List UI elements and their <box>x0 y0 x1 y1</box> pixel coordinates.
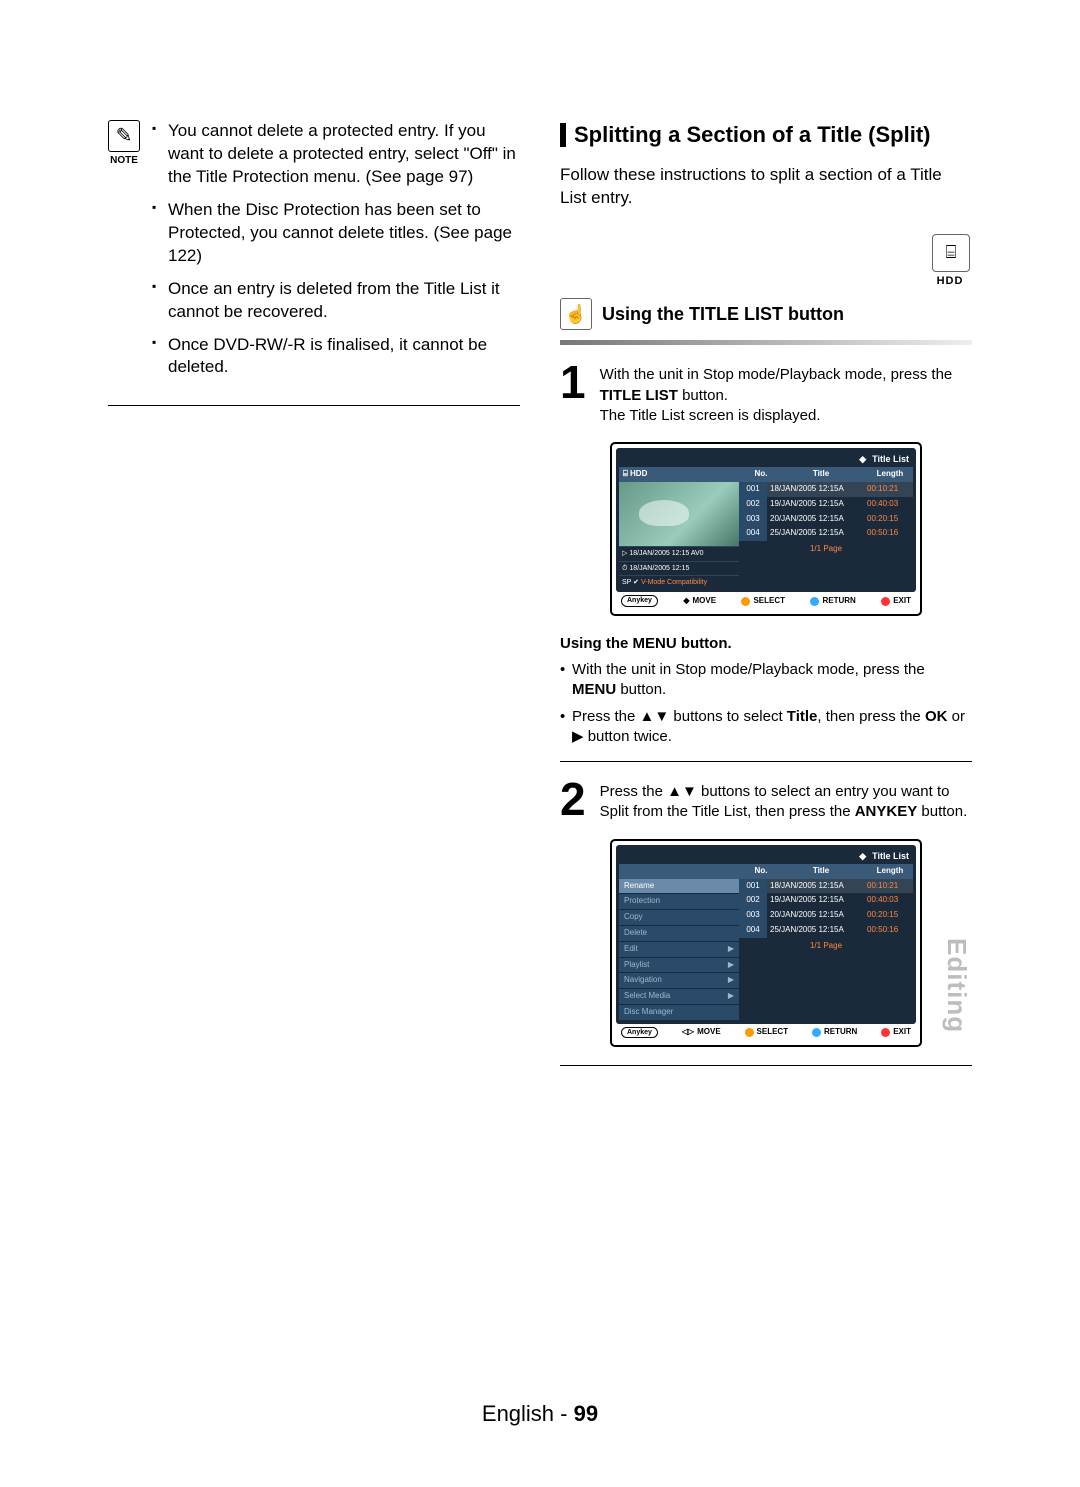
note-list: You cannot delete a protected entry. If … <box>152 120 520 389</box>
hand-icon: ☝ <box>560 298 592 330</box>
list-row: 00118/JAN/2005 12:15A00:10:21 <box>739 879 913 894</box>
gradient-rule <box>560 340 972 345</box>
chapter-tab: Editing <box>941 938 972 1033</box>
menu-rename: Rename <box>619 879 739 895</box>
menu-navigation: Navigation▶ <box>619 973 739 989</box>
list-item: With the unit in Stop mode/Playback mode… <box>560 660 972 701</box>
menu-delete: Delete <box>619 926 739 942</box>
list-row: 00425/JAN/2005 12:15A00:50:16 <box>739 526 913 541</box>
section-divider <box>108 405 520 406</box>
section-heading: Splitting a Section of a Title (Split) <box>560 120 972 150</box>
list-item: Press the ▲▼ buttons to select Title, th… <box>560 707 972 748</box>
subsection-heading: ☝ Using the TITLE LIST button <box>560 298 972 330</box>
note-icon: ✎ NOTE <box>108 120 140 168</box>
hdd-badge: ⌸ HDD <box>932 234 968 289</box>
page-footer: English - 99 <box>0 1401 1080 1427</box>
list-row: 00118/JAN/2005 12:15A00:10:21 <box>739 482 913 497</box>
note-item: When the Disc Protection has been set to… <box>152 199 520 268</box>
note-item: Once DVD-RW/-R is finalised, it cannot b… <box>152 334 520 380</box>
step-2: 2 Press the ▲▼ buttons to select an entr… <box>560 776 972 823</box>
list-row: 00219/JAN/2005 12:15A00:40:03 <box>739 497 913 512</box>
note-item: Once an entry is deleted from the Title … <box>152 278 520 324</box>
section-divider <box>560 761 972 762</box>
list-row: 00320/JAN/2005 12:15A00:20:15 <box>739 512 913 527</box>
title-list-osd: ◆Title List ⌸ HDD No. Title Length ▷ 18/… <box>610 442 922 616</box>
menu-copy: Copy <box>619 910 739 926</box>
section-divider <box>560 1065 972 1066</box>
section-intro: Follow these instructions to split a sec… <box>560 164 972 210</box>
menu-edit: Edit▶ <box>619 942 739 958</box>
step-1: 1 With the unit in Stop mode/Playback mo… <box>560 359 972 426</box>
menu-protection: Protection <box>619 894 739 910</box>
anykey-menu-osd: ◆Title List No. Title Length Rename Prot… <box>610 839 922 1048</box>
list-row: 00425/JAN/2005 12:15A00:50:16 <box>739 923 913 938</box>
menu-sub-list: With the unit in Stop mode/Playback mode… <box>560 660 972 747</box>
menu-select-media: Select Media▶ <box>619 989 739 1005</box>
list-row: 00320/JAN/2005 12:15A00:20:15 <box>739 908 913 923</box>
list-row: 00219/JAN/2005 12:15A00:40:03 <box>739 893 913 908</box>
menu-playlist: Playlist▶ <box>619 958 739 974</box>
thumbnail <box>619 482 739 546</box>
note-item: You cannot delete a protected entry. If … <box>152 120 520 189</box>
menu-disc-manager: Disc Manager <box>619 1005 739 1021</box>
menu-subheading: Using the MENU button. <box>560 634 972 654</box>
